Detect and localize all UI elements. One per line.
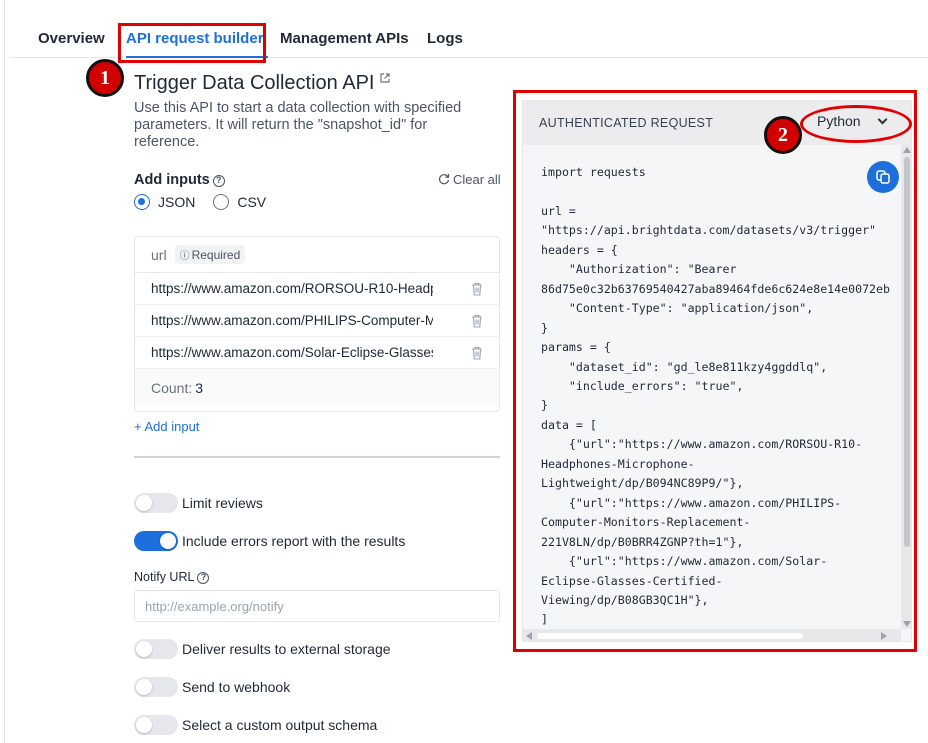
vertical-scroll-thumb[interactable] [904, 157, 910, 547]
include-errors-row: Include errors report with the results [134, 531, 405, 551]
format-radio-group: JSON CSV [134, 194, 284, 210]
inputs-table-header: url ⓘ Required [135, 237, 499, 273]
webhook-row: Send to webhook [134, 677, 290, 697]
help-icon[interactable]: ? [197, 572, 210, 584]
count-value: 3 [195, 380, 204, 396]
add-inputs-heading: Add inputs? [134, 172, 225, 188]
code-block[interactable]: import requests url = "https://api.brigh… [541, 163, 901, 630]
input-url[interactable]: https://www.amazon.com/RORSOU-R10-Headph… [151, 281, 433, 296]
annotation-badge-1: 1 [86, 59, 124, 97]
inputs-table: url ⓘ Required https://www.amazon.com/ROR… [134, 236, 500, 412]
limit-reviews-row: Limit reviews [134, 493, 263, 513]
required-label: Required [191, 248, 241, 262]
limit-reviews-toggle[interactable] [134, 493, 178, 513]
code-panel: AUTHENTICATED REQUEST Python import requ… [522, 100, 912, 642]
scroll-right-arrow-icon[interactable] [881, 632, 887, 640]
webhook-label: Send to webhook [182, 679, 291, 695]
tab-management-apis[interactable]: Management APIs [280, 30, 409, 47]
annotation-highlight-tab [118, 23, 266, 63]
custom-schema-label: Select a custom output schema [182, 717, 378, 733]
add-input-button[interactable]: + Add input [134, 419, 199, 434]
webhook-toggle[interactable] [134, 677, 178, 697]
clear-all-button[interactable]: Clear all [438, 172, 501, 187]
scroll-down-arrow-icon[interactable] [903, 621, 911, 627]
trash-icon[interactable] [471, 346, 483, 360]
include-errors-label: Include errors report with the results [182, 533, 406, 549]
annotation-highlight-language [800, 105, 912, 143]
input-url[interactable]: https://www.amazon.com/Solar-Eclipse-Gla… [151, 345, 433, 360]
external-link-icon[interactable] [380, 73, 391, 83]
count-label: Count: [151, 380, 193, 396]
left-border [4, 0, 5, 743]
page-title: Trigger Data Collection API [134, 72, 391, 95]
radio-csv[interactable] [213, 194, 230, 210]
trash-icon[interactable] [471, 314, 483, 328]
url-column-label: url [151, 246, 167, 263]
tab-overview[interactable]: Overview [38, 30, 105, 47]
required-badge: ⓘ Required [174, 245, 246, 264]
external-storage-row: Deliver results to external storage [134, 639, 391, 659]
input-row[interactable]: https://www.amazon.com/PHILIPS-Computer-… [135, 305, 499, 337]
input-row[interactable]: https://www.amazon.com/Solar-Eclipse-Gla… [135, 337, 499, 369]
clear-all-label: Clear all [453, 172, 501, 187]
input-url[interactable]: https://www.amazon.com/PHILIPS-Computer-… [151, 313, 433, 328]
input-row[interactable]: https://www.amazon.com/RORSOU-R10-Headph… [135, 273, 499, 305]
notify-url-input[interactable] [134, 590, 500, 622]
include-errors-toggle[interactable] [134, 531, 178, 551]
help-icon[interactable]: ? [212, 175, 225, 187]
api-description: Use this API to start a data collection … [134, 100, 462, 150]
radio-csv-label: CSV [237, 194, 267, 210]
custom-schema-toggle[interactable] [134, 715, 178, 735]
annotation-badge-2: 2 [764, 116, 802, 154]
radio-json[interactable] [134, 194, 150, 210]
scroll-up-arrow-icon[interactable] [903, 147, 911, 153]
copy-button[interactable] [867, 161, 899, 193]
section-divider [134, 456, 500, 458]
add-inputs-label: Add inputs [134, 172, 210, 188]
code-panel-title: AUTHENTICATED REQUEST [539, 116, 714, 130]
notify-url-label: Notify URL? [134, 570, 210, 584]
copy-icon [876, 170, 890, 184]
radio-json-label: JSON [158, 194, 196, 210]
trash-icon[interactable] [471, 282, 483, 296]
api-title-text: Trigger Data Collection API [134, 72, 375, 94]
refresh-icon [438, 174, 450, 185]
limit-reviews-label: Limit reviews [182, 495, 263, 511]
horizontal-scrollbar[interactable] [523, 629, 901, 641]
vertical-scrollbar[interactable] [901, 145, 911, 629]
notify-url-text: Notify URL [134, 570, 195, 584]
scroll-left-arrow-icon[interactable] [526, 632, 532, 640]
external-storage-label: Deliver results to external storage [182, 641, 391, 657]
custom-schema-row: Select a custom output schema [134, 715, 377, 735]
inputs-count: Count: 3 [135, 369, 499, 407]
external-storage-toggle[interactable] [134, 639, 178, 659]
horizontal-scroll-thumb[interactable] [537, 633, 803, 639]
tab-logs[interactable]: Logs [427, 30, 463, 47]
info-icon: ⓘ [179, 251, 190, 262]
